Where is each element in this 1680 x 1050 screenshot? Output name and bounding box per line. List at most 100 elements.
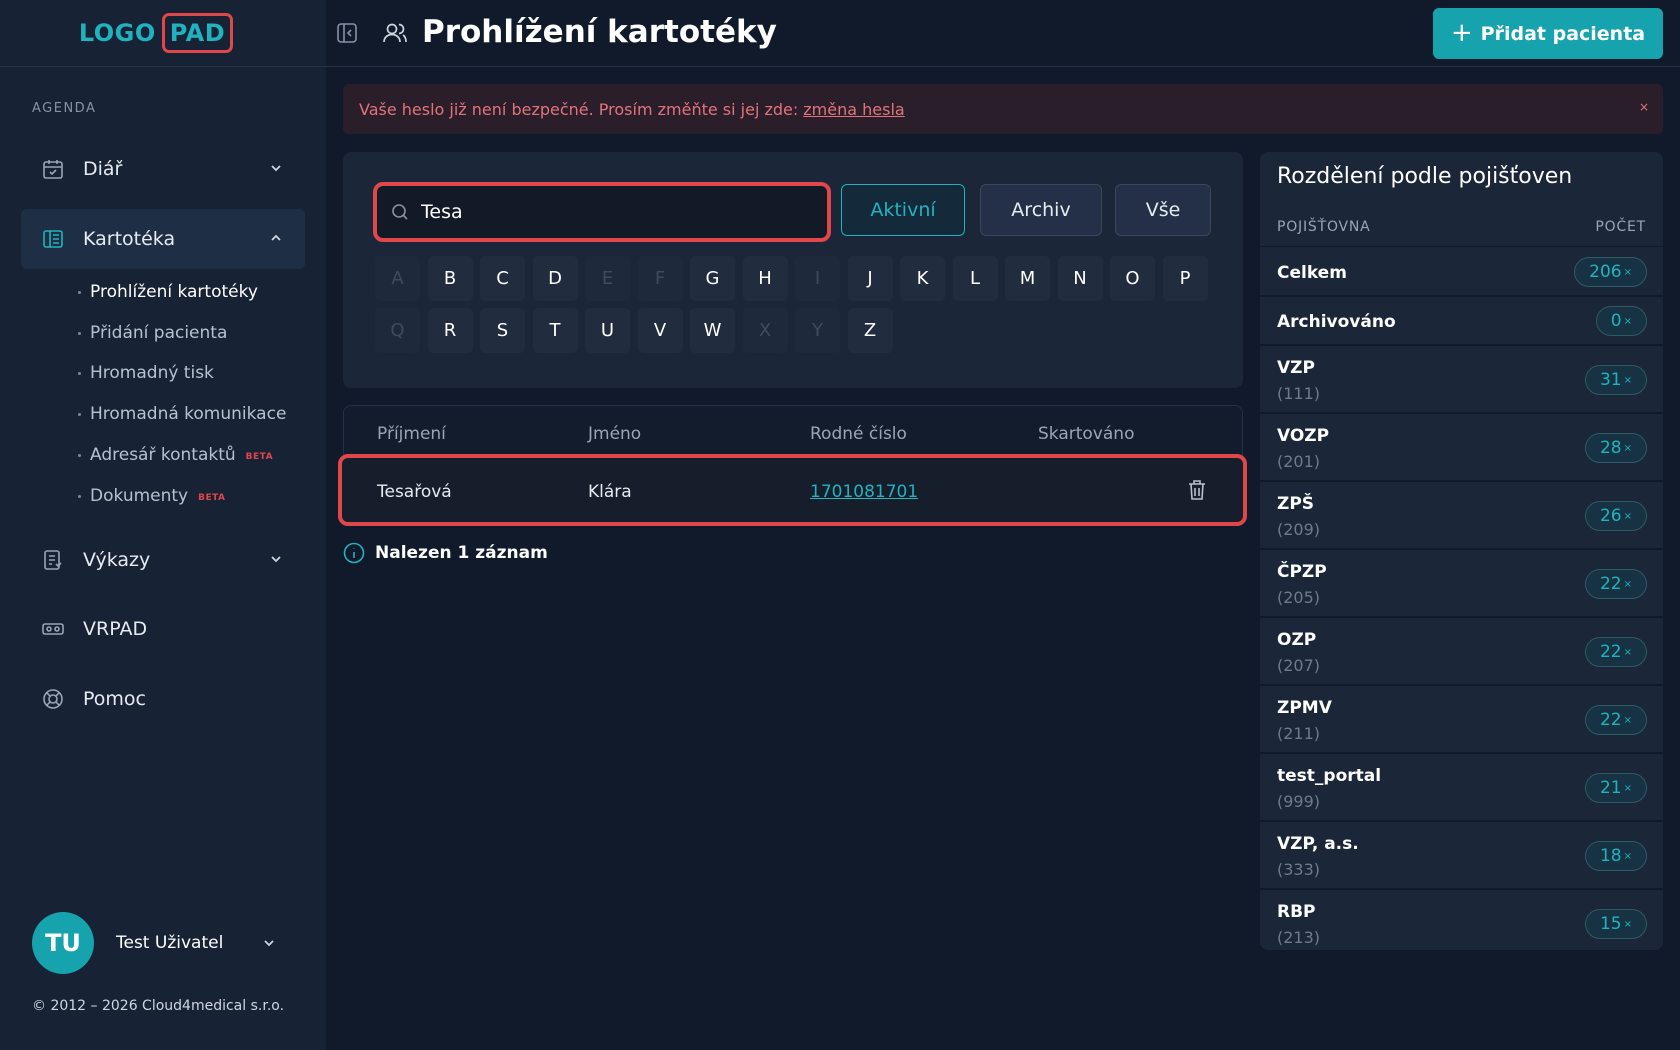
column-header-count: POČET [1595, 219, 1646, 235]
letter-button-k[interactable]: K [900, 256, 945, 301]
sidebar-item-kartoteka[interactable]: Kartotéka [21, 209, 305, 269]
sidebar-item-vrpad[interactable]: VRPAD [21, 599, 305, 659]
insurance-row: VZP (111) 31 × [1260, 346, 1663, 414]
logo[interactable]: LOGO PAD [79, 13, 234, 53]
chevron-down-icon [271, 165, 281, 172]
column-header-company: POJIŠŤOVNA [1277, 219, 1371, 235]
letter-button-m[interactable]: M [1005, 256, 1050, 301]
count-suffix: × [1623, 510, 1632, 522]
letter-button-u[interactable]: U [585, 308, 630, 353]
change-password-link[interactable]: změna hesla [803, 100, 904, 119]
letter-button-v[interactable]: V [637, 308, 683, 353]
count-badge: 22 × [1584, 705, 1647, 735]
letter-button-b[interactable]: B [427, 256, 473, 301]
trash-icon[interactable] [1186, 478, 1208, 502]
letter-button-y: Y [795, 308, 840, 353]
letter-button-d[interactable]: D [532, 256, 578, 301]
letter-button-n[interactable]: N [1057, 256, 1103, 301]
letter-button-z[interactable]: Z [847, 308, 893, 353]
sidebar-subitem-label: Hromadná komunikace [90, 404, 287, 424]
letter-button-r[interactable]: R [427, 308, 473, 353]
beta-badge: BETA [198, 492, 226, 503]
letter-button-i: I [795, 256, 840, 301]
insurance-code: (213) [1277, 928, 1321, 947]
insurance-row: VZP, a.s. (333) 18 × [1260, 822, 1663, 890]
alphabet-row: ABCDEFGHIJKLMNOP [375, 256, 1225, 301]
sidebar-item-diar[interactable]: Diář [21, 139, 305, 199]
insurance-row: Archivováno 0 × [1260, 297, 1663, 346]
chevron-up-icon [271, 234, 281, 241]
plus-icon: + [1450, 17, 1473, 48]
search-input[interactable] [421, 201, 801, 223]
insurance-header: POJIŠŤOVNA POČET [1260, 207, 1663, 247]
add-patient-button[interactable]: + Přidat pacienta [1433, 8, 1663, 59]
insurance-name: VZP [1277, 358, 1315, 378]
sidebar-item-label: VRPAD [83, 618, 148, 640]
result-info: Nalezen 1 záznam [343, 542, 548, 564]
sidebar-item-vykazy[interactable]: Výkazy [21, 530, 305, 590]
insurance-row: ZPŠ (209) 26 × [1260, 482, 1663, 550]
filter-archive-button[interactable]: Archiv [980, 184, 1102, 236]
count-suffix: × [1623, 442, 1632, 454]
filter-all-button[interactable]: Vše [1115, 184, 1211, 236]
table-row[interactable]: Tesařová Klára 1701081701 [338, 454, 1247, 526]
birth-number-link[interactable]: 1701081701 [810, 482, 918, 502]
letter-button-w[interactable]: W [690, 308, 735, 353]
search-icon [392, 204, 408, 220]
sidebar-item-label: Pomoc [83, 688, 146, 710]
insurance-name: test_portal [1277, 766, 1382, 786]
copyright: © 2012 – 2026 Cloud4medical s.r.o. [32, 998, 285, 1014]
count-badge: 15 × [1584, 909, 1647, 939]
sidebar-subitem-label: Dokumenty [90, 486, 189, 506]
logo-text-boxed: PAD [161, 13, 234, 53]
column-header-birth-number: Rodné číslo [810, 424, 907, 444]
sidebar-subitem-label: Adresář kontaktů [90, 445, 236, 465]
column-header-name: Jméno [588, 424, 642, 444]
sidebar-item-pomoc[interactable]: Pomoc [21, 669, 305, 729]
sidebar-subitem-pridani[interactable]: Přidání pacienta [78, 323, 227, 343]
letter-button-h[interactable]: H [742, 256, 788, 301]
letter-button-f: F [637, 256, 683, 301]
letter-button-s[interactable]: S [480, 308, 525, 353]
sidebar-collapse-icon[interactable] [336, 22, 358, 44]
letter-button-g[interactable]: G [690, 256, 735, 301]
close-icon[interactable]: × [1639, 100, 1649, 114]
letter-button-o[interactable]: O [1110, 256, 1155, 301]
count-suffix: × [1623, 714, 1632, 726]
insurance-row: ČPZP (205) 22 × [1260, 550, 1663, 618]
sidebar-subitem-label: Hromadný tisk [90, 363, 214, 383]
sidebar-subitem-dokumenty[interactable]: Dokumenty BETA [78, 486, 226, 506]
insurance-code: (333) [1277, 860, 1321, 879]
insurance-panel: Rozdělení podle pojišťoven POJIŠŤOVNA PO… [1260, 152, 1663, 950]
search-panel: Aktivní Archiv Vše ABCDEFGHIJKLMNOP QRST… [343, 152, 1243, 388]
letter-button-j[interactable]: J [847, 256, 893, 301]
insurance-name: ČPZP [1277, 562, 1327, 582]
search-box[interactable] [373, 182, 831, 242]
insurance-name: Archivováno [1277, 312, 1396, 332]
user-menu[interactable]: TU Test Uživatel [32, 912, 274, 974]
sidebar-subitem-tisk[interactable]: Hromadný tisk [78, 363, 214, 383]
letter-button-t[interactable]: T [532, 308, 578, 353]
calendar-icon [43, 160, 63, 179]
count-value: 15 [1599, 914, 1622, 934]
insurance-name: VZP, a.s. [1277, 834, 1359, 854]
count-badge: 22 × [1584, 637, 1647, 667]
bullet [78, 290, 81, 294]
insurance-name: Celkem [1277, 263, 1347, 283]
letter-button-c[interactable]: C [480, 256, 525, 301]
book-icon [43, 230, 63, 248]
insurance-name: OZP [1277, 630, 1317, 650]
sidebar-subitem-adresar[interactable]: Adresář kontaktů BETA [78, 445, 273, 465]
alert-text: Vaše heslo již není bezpečné. Prosím změ… [359, 99, 799, 119]
letter-button-l[interactable]: L [952, 256, 998, 301]
sidebar-subitem-komunikace[interactable]: Hromadná komunikace [78, 404, 286, 424]
bullet [78, 371, 81, 375]
filter-active-button[interactable]: Aktivní [841, 184, 965, 236]
count-value: 0 [1610, 311, 1622, 331]
sidebar-subitem-prohlizeni[interactable]: Prohlížení kartotéky [78, 282, 258, 302]
insurance-row: RBP (213) 15 × [1260, 890, 1663, 950]
sidebar-subitem-label: Přidání pacienta [90, 323, 228, 343]
letter-button-p[interactable]: P [1162, 256, 1208, 301]
insurance-code: (201) [1277, 452, 1321, 471]
header: Prohlížení kartotéky + Přidat pacienta [326, 0, 1680, 67]
